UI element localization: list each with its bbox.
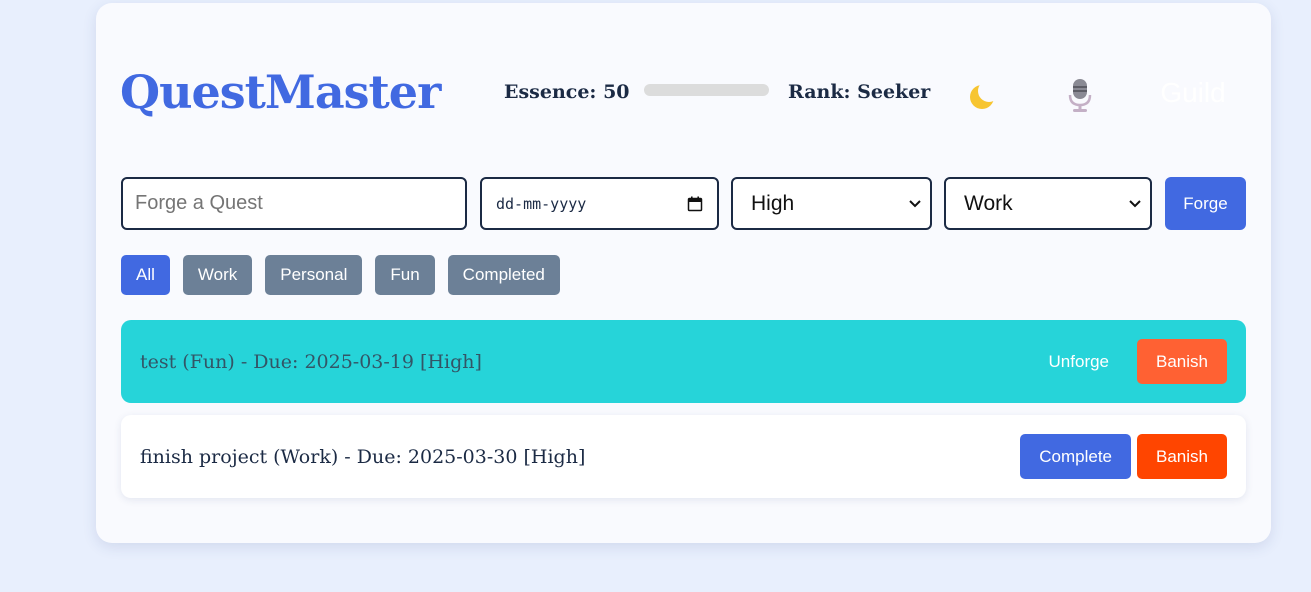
category-selected-value: Work [964, 191, 1013, 215]
chevron-down-icon [1129, 199, 1141, 207]
banish-button[interactable]: Banish [1137, 434, 1227, 479]
banish-button[interactable]: Banish [1137, 339, 1227, 384]
essence-progress-bar [644, 84, 769, 96]
forge-button[interactable]: Forge [1165, 177, 1246, 230]
unforge-button[interactable]: Unforge [1026, 339, 1132, 384]
quest-card: QuestMaster Essence: 50 Rank: Seeker Gui… [96, 3, 1271, 543]
quest-actions: Complete Banish [1020, 434, 1227, 479]
filter-bar: All Work Personal Fun Completed [121, 255, 560, 295]
filter-personal-button[interactable]: Personal [265, 255, 363, 295]
guild-button[interactable]: Guild [1148, 75, 1238, 111]
filter-completed-button[interactable]: Completed [447, 255, 560, 295]
quest-text: test (Fun) - Due: 2025-03-19 [High] [140, 350, 482, 373]
filter-work-button[interactable]: Work [182, 255, 253, 295]
quest-item: finish project (Work) - Due: 2025-03-30 … [121, 415, 1246, 498]
filter-all-button[interactable]: All [121, 255, 170, 295]
essence-label: Essence: 50 [504, 81, 630, 103]
rank-label: Rank: Seeker [788, 81, 931, 103]
quest-item-completed: test (Fun) - Due: 2025-03-19 [High] Unfo… [121, 320, 1246, 403]
due-date-input[interactable]: dd-mm-yyyy [480, 177, 719, 230]
priority-select[interactable]: High [731, 177, 932, 230]
crescent-moon-icon [970, 85, 994, 109]
priority-selected-value: High [751, 191, 795, 215]
app-title: QuestMaster [120, 65, 441, 119]
quest-text: finish project (Work) - Due: 2025-03-30 … [140, 445, 586, 468]
microphone-icon [1068, 79, 1092, 112]
filter-fun-button[interactable]: Fun [375, 255, 435, 295]
quest-name-input[interactable] [121, 177, 467, 230]
chevron-down-icon [909, 199, 921, 207]
calendar-icon[interactable] [687, 196, 703, 212]
voice-input-button[interactable] [1060, 75, 1100, 115]
quest-actions: Unforge Banish [1026, 339, 1227, 384]
category-select[interactable]: Work [944, 177, 1152, 230]
due-date-placeholder: dd-mm-yyyy [496, 194, 587, 213]
complete-button[interactable]: Complete [1020, 434, 1132, 479]
theme-toggle-button[interactable] [964, 77, 1002, 115]
